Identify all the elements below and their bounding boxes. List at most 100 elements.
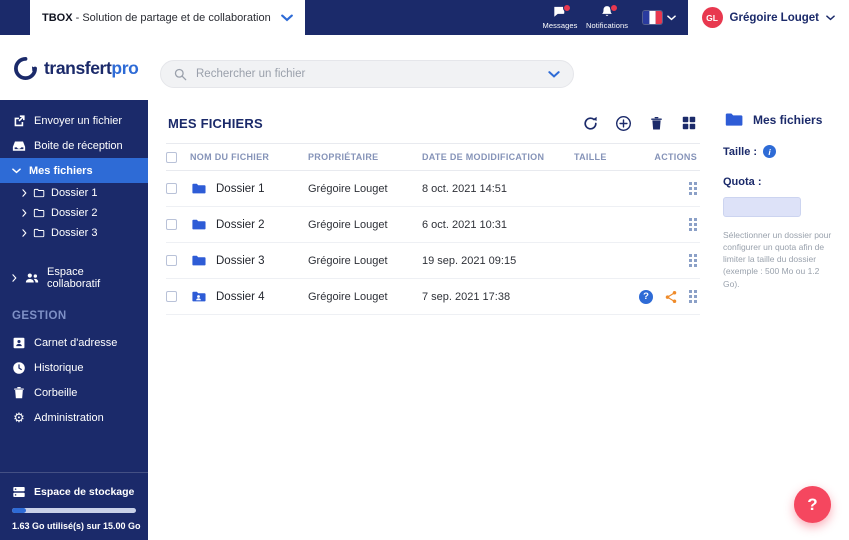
table-row[interactable]: Dossier 3 Grégoire Louget 19 sep. 2021 0… bbox=[166, 243, 700, 279]
sidebar-item-inbox[interactable]: Boite de réception bbox=[0, 133, 148, 158]
messages-button[interactable]: Messages bbox=[537, 0, 584, 35]
size-label: Taille : bbox=[723, 146, 757, 158]
info-icon[interactable]: i bbox=[763, 145, 776, 158]
inbox-icon bbox=[12, 139, 26, 153]
file-name: Dossier 2 bbox=[216, 219, 265, 231]
sidebar-subitem-dossier-3[interactable]: Dossier 3 bbox=[0, 223, 148, 243]
file-name: Dossier 1 bbox=[216, 183, 265, 195]
row-checkbox[interactable] bbox=[166, 291, 177, 302]
logo-part2: pro bbox=[111, 58, 138, 78]
row-checkbox[interactable] bbox=[166, 219, 177, 230]
user-menu[interactable]: GL Grégoire Louget bbox=[688, 0, 849, 35]
sidebar-item-history[interactable]: Historique bbox=[0, 355, 148, 380]
sidebar-item-label: Boite de réception bbox=[34, 140, 123, 152]
column-header-name: NOM DU FICHIER bbox=[190, 152, 308, 162]
file-date: 6 oct. 2021 10:31 bbox=[422, 219, 574, 231]
logo-part1: transfert bbox=[44, 58, 111, 78]
messages-label: Messages bbox=[543, 21, 578, 30]
column-header-size: TAILLE bbox=[574, 152, 636, 162]
topbar-right: Messages Notifications GL Grégoire Louge… bbox=[537, 0, 849, 35]
file-name-cell: Dossier 1 bbox=[190, 181, 308, 196]
trash-icon bbox=[649, 116, 664, 131]
more-actions-icon[interactable] bbox=[689, 254, 697, 267]
file-name: Dossier 3 bbox=[216, 255, 265, 267]
chevron-down-icon[interactable] bbox=[281, 12, 293, 24]
grid-view-icon bbox=[681, 115, 697, 131]
storage-header: Espace de stockage bbox=[12, 483, 136, 508]
delete-button[interactable] bbox=[647, 114, 665, 132]
sidebar-subitem-dossier-1[interactable]: Dossier 1 bbox=[0, 183, 148, 203]
row-checkbox[interactable] bbox=[166, 183, 177, 194]
topbar: TBOX - Solution de partage et de collabo… bbox=[0, 0, 849, 35]
caret-down-icon bbox=[12, 168, 21, 174]
logo-text: transfertpro bbox=[44, 58, 138, 79]
folder-icon bbox=[33, 227, 45, 239]
file-name-cell: Dossier 2 bbox=[190, 217, 308, 232]
file-name-cell: Dossier 3 bbox=[190, 253, 308, 268]
panel-title: Mes fichiers bbox=[753, 113, 822, 127]
file-owner: Grégoire Louget bbox=[308, 183, 422, 195]
sidebar-subitem-label: Dossier 2 bbox=[51, 207, 97, 219]
row-checkbox[interactable] bbox=[166, 255, 177, 266]
file-owner: Grégoire Louget bbox=[308, 291, 422, 303]
sidebar-item-label: Administration bbox=[34, 412, 104, 424]
chevron-down-icon bbox=[826, 15, 835, 21]
search-icon bbox=[174, 68, 187, 81]
sidebar-item-address-book[interactable]: Carnet d'adresse bbox=[0, 330, 148, 355]
notifications-label: Notifications bbox=[586, 21, 628, 30]
sidebar: Envoyer un fichier Boite de réception Me… bbox=[0, 100, 148, 540]
sidebar-subitem-label: Dossier 3 bbox=[51, 227, 97, 239]
chevron-down-icon[interactable] bbox=[548, 71, 560, 78]
sidebar-item-administration[interactable]: ⚙ Administration bbox=[0, 405, 148, 430]
column-header-date: DATE DE MODIDIFICATION bbox=[422, 152, 574, 162]
quota-input[interactable] bbox=[723, 197, 801, 217]
file-date: 7 sep. 2021 17:38 bbox=[422, 291, 574, 303]
help-icon[interactable]: ? bbox=[639, 290, 653, 304]
more-actions-icon[interactable] bbox=[689, 182, 697, 195]
notifications-button[interactable]: Notifications bbox=[584, 0, 631, 35]
storage-usage-text: 1.63 Go utilisé(s) sur 15.00 Go bbox=[12, 521, 136, 531]
sidebar-item-label: Mes fichiers bbox=[29, 165, 93, 177]
chevron-down-icon bbox=[667, 15, 676, 21]
more-actions-icon[interactable] bbox=[689, 290, 697, 303]
app-logo: transfertpro bbox=[13, 56, 138, 81]
folder-icon bbox=[723, 110, 744, 129]
file-owner: Grégoire Louget bbox=[308, 255, 422, 267]
grid-view-button[interactable] bbox=[680, 114, 698, 132]
clock-icon bbox=[12, 361, 26, 375]
table-row[interactable]: Dossier 2 Grégoire Louget 6 oct. 2021 10… bbox=[166, 207, 700, 243]
more-actions-icon[interactable] bbox=[689, 218, 697, 231]
main-content: MES FICHIERS NOM DU FICHIER PROPRIÉTAIRE… bbox=[148, 100, 714, 540]
user-name: Grégoire Louget bbox=[730, 12, 819, 24]
sidebar-item-collaborative-space[interactable]: Espace collaboratif bbox=[0, 265, 148, 290]
table-header-row: NOM DU FICHIER PROPRIÉTAIRE DATE DE MODI… bbox=[166, 144, 700, 171]
header: transfertpro bbox=[0, 35, 849, 100]
sidebar-item-send-file[interactable]: Envoyer un fichier bbox=[0, 108, 148, 133]
search-input[interactable] bbox=[196, 68, 539, 80]
refresh-button[interactable] bbox=[581, 114, 599, 132]
sidebar-item-trash[interactable]: Corbeille bbox=[0, 380, 148, 405]
refresh-icon bbox=[582, 115, 599, 132]
row-actions bbox=[636, 218, 700, 231]
sidebar-subitem-dossier-2[interactable]: Dossier 2 bbox=[0, 203, 148, 223]
caret-right-icon bbox=[22, 209, 27, 217]
file-date: 8 oct. 2021 14:51 bbox=[422, 183, 574, 195]
sidebar-section-gestion: GESTION bbox=[0, 290, 148, 330]
add-button[interactable] bbox=[614, 114, 632, 132]
folder-icon bbox=[33, 207, 45, 219]
trash-icon bbox=[12, 386, 26, 400]
select-all-checkbox[interactable] bbox=[166, 152, 177, 163]
language-selector[interactable] bbox=[631, 0, 688, 35]
file-owner: Grégoire Louget bbox=[308, 219, 422, 231]
caret-right-icon bbox=[22, 189, 27, 197]
workspace-selector[interactable]: TBOX - Solution de partage et de collabo… bbox=[30, 0, 305, 35]
share-icon[interactable] bbox=[664, 290, 678, 304]
file-name: Dossier 4 bbox=[216, 291, 265, 303]
sidebar-item-label: Historique bbox=[34, 362, 84, 374]
sidebar-item-my-files[interactable]: Mes fichiers bbox=[0, 158, 148, 183]
french-flag-icon bbox=[643, 11, 662, 24]
help-fab-button[interactable]: ? bbox=[794, 486, 831, 523]
table-row[interactable]: Dossier 1 Grégoire Louget 8 oct. 2021 14… bbox=[166, 171, 700, 207]
table-row[interactable]: Dossier 4 Grégoire Louget 7 sep. 2021 17… bbox=[166, 279, 700, 315]
column-header-actions: ACTIONS bbox=[636, 152, 700, 162]
